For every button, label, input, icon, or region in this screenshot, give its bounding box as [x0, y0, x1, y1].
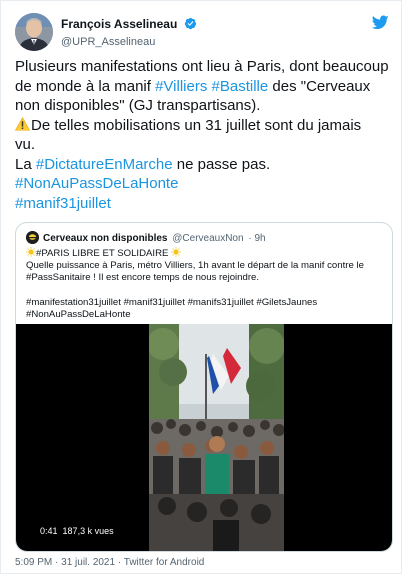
tweet-line: de monde à la manif #Villiers #Bastille … — [15, 77, 391, 97]
tweet-line: vu. — [15, 136, 36, 153]
tweet-text: Plusieurs manifestations ont lieu à Pari… — [15, 57, 391, 213]
tweet-line: La #DictatureEnMarche ne passe pas. — [15, 155, 391, 175]
sun-icon — [26, 247, 36, 257]
video-thumbnail[interactable] — [149, 324, 284, 551]
tweet-text-segment: de monde à la manif — [15, 77, 156, 95]
warning-icon — [15, 116, 30, 131]
hashtag-bastille[interactable]: #Bastille — [212, 78, 269, 95]
quoted-text-line: Quelle puissance à Paris, métro Villiers… — [26, 260, 364, 272]
quoted-text-line: #PassSanitaire ! Il est encore temps de … — [26, 272, 260, 284]
hashtag-non-au-pass[interactable]: #NonAuPassDeLaHonte — [15, 174, 391, 194]
author-avatar[interactable] — [15, 13, 53, 51]
author-name-block: François Asselineau @UPR_Asselineau — [61, 15, 197, 48]
tweet-text-segment: La — [15, 155, 36, 173]
quoted-text-line: #manifestation31juillet #manif31juillet … — [26, 296, 318, 308]
hashtag-manif31juillet[interactable]: #manif31juillet — [15, 194, 391, 214]
quoted-author-avatar[interactable] — [26, 231, 39, 244]
video-views: 187,3 k vues — [62, 526, 114, 536]
verified-badge-icon — [184, 18, 196, 30]
tweet-text-segment: des "Cerveaux — [268, 77, 371, 95]
quoted-tweet-text: #PARIS LIBRE ET SOLIDAIRE Quelle puissan… — [26, 247, 386, 321]
tweet-line: non disponibles" (GJ transpartisans). — [15, 97, 261, 114]
quoted-tweet[interactable]: Cerveaux non disponibles @CerveauxNon · … — [15, 222, 393, 552]
tweet-card: François Asselineau @UPR_Asselineau Plus… — [0, 0, 402, 574]
tweet-timestamp[interactable]: 5:09 PM · 31 juil. 2021 · Twitter for An… — [15, 557, 204, 568]
quoted-author-handle[interactable]: @CerveauxNon — [172, 233, 243, 244]
twitter-bird-icon[interactable] — [372, 15, 389, 30]
quoted-title-line: #PARIS LIBRE ET SOLIDAIRE — [26, 247, 386, 260]
quoted-text-spacer — [26, 285, 386, 297]
quoted-tweet-time: · 9h — [248, 233, 266, 244]
tweet-line: De telles mobilisations un 31 juillet so… — [15, 116, 391, 136]
tweet-text-segment: ne passe pas. — [172, 155, 271, 173]
quoted-video[interactable] — [16, 324, 392, 551]
quoted-text-line: #NonAuPassDeLaHonte — [26, 309, 131, 320]
hashtag-dictature-en-marche[interactable]: #DictatureEnMarche — [36, 156, 173, 173]
quoted-author-name[interactable]: Cerveaux non disponibles — [43, 233, 167, 244]
hashtag-villiers[interactable]: #Villiers — [155, 78, 207, 95]
tweet-text-segment: De telles mobilisations un 31 juillet so… — [31, 116, 362, 134]
tweet-line: Plusieurs manifestations ont lieu à Pari… — [15, 58, 389, 75]
tweet-header: François Asselineau @UPR_Asselineau — [15, 13, 389, 53]
quoted-tweet-header: Cerveaux non disponibles @CerveauxNon · … — [26, 231, 266, 244]
quoted-title: #PARIS LIBRE ET SOLIDAIRE — [36, 248, 169, 259]
sun-icon — [171, 247, 181, 257]
author-display-name[interactable]: François Asselineau — [61, 17, 177, 31]
video-stats: 0:41 187,3 k vues — [40, 526, 114, 536]
video-duration: 0:41 — [40, 526, 58, 536]
author-handle[interactable]: @UPR_Asselineau — [61, 36, 197, 48]
